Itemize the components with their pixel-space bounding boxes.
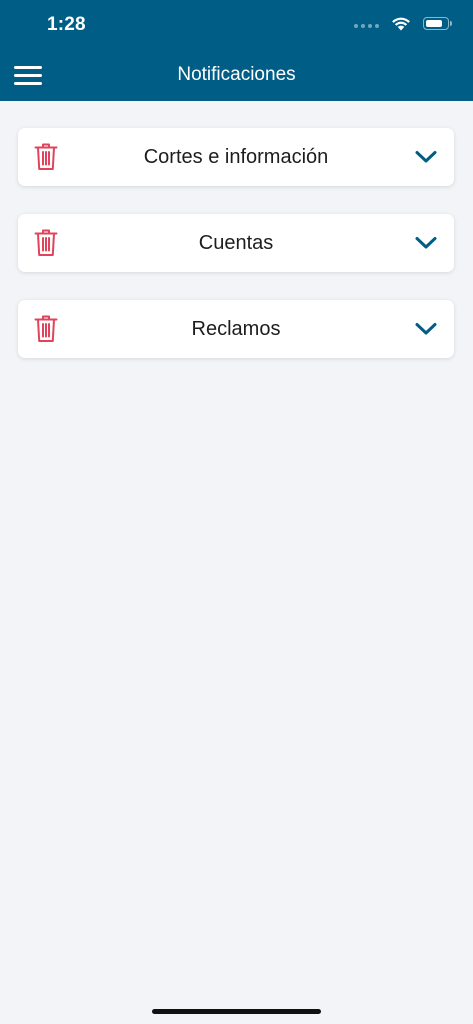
battery-icon [423, 17, 452, 30]
page-title: Notificaciones [177, 64, 296, 85]
status-time: 1:28 [47, 14, 86, 35]
wifi-icon [392, 17, 410, 31]
status-icons [354, 16, 452, 31]
notification-card-cuentas[interactable]: Cuentas [18, 214, 454, 272]
chevron-down-icon[interactable] [414, 321, 438, 337]
notification-label: Cuentas [198, 232, 274, 254]
home-indicator [152, 1009, 321, 1014]
notification-label: Cortes e información [143, 146, 329, 168]
chevron-down-icon[interactable] [414, 149, 438, 165]
app-header: 1:28 Notificaciones [0, 0, 473, 101]
trash-icon[interactable] [34, 315, 58, 343]
notification-card-reclamos[interactable]: Reclamos [18, 300, 454, 358]
battery-fill [425, 19, 443, 27]
chevron-down-icon[interactable] [414, 235, 438, 251]
notification-list: Cortes e información Cuentas Reclamos [18, 128, 454, 386]
notification-card-cortes[interactable]: Cortes e información [18, 128, 454, 186]
trash-icon[interactable] [34, 143, 58, 171]
notification-label: Reclamos [191, 318, 281, 340]
signal-icon [354, 23, 379, 28]
trash-icon[interactable] [34, 229, 58, 257]
